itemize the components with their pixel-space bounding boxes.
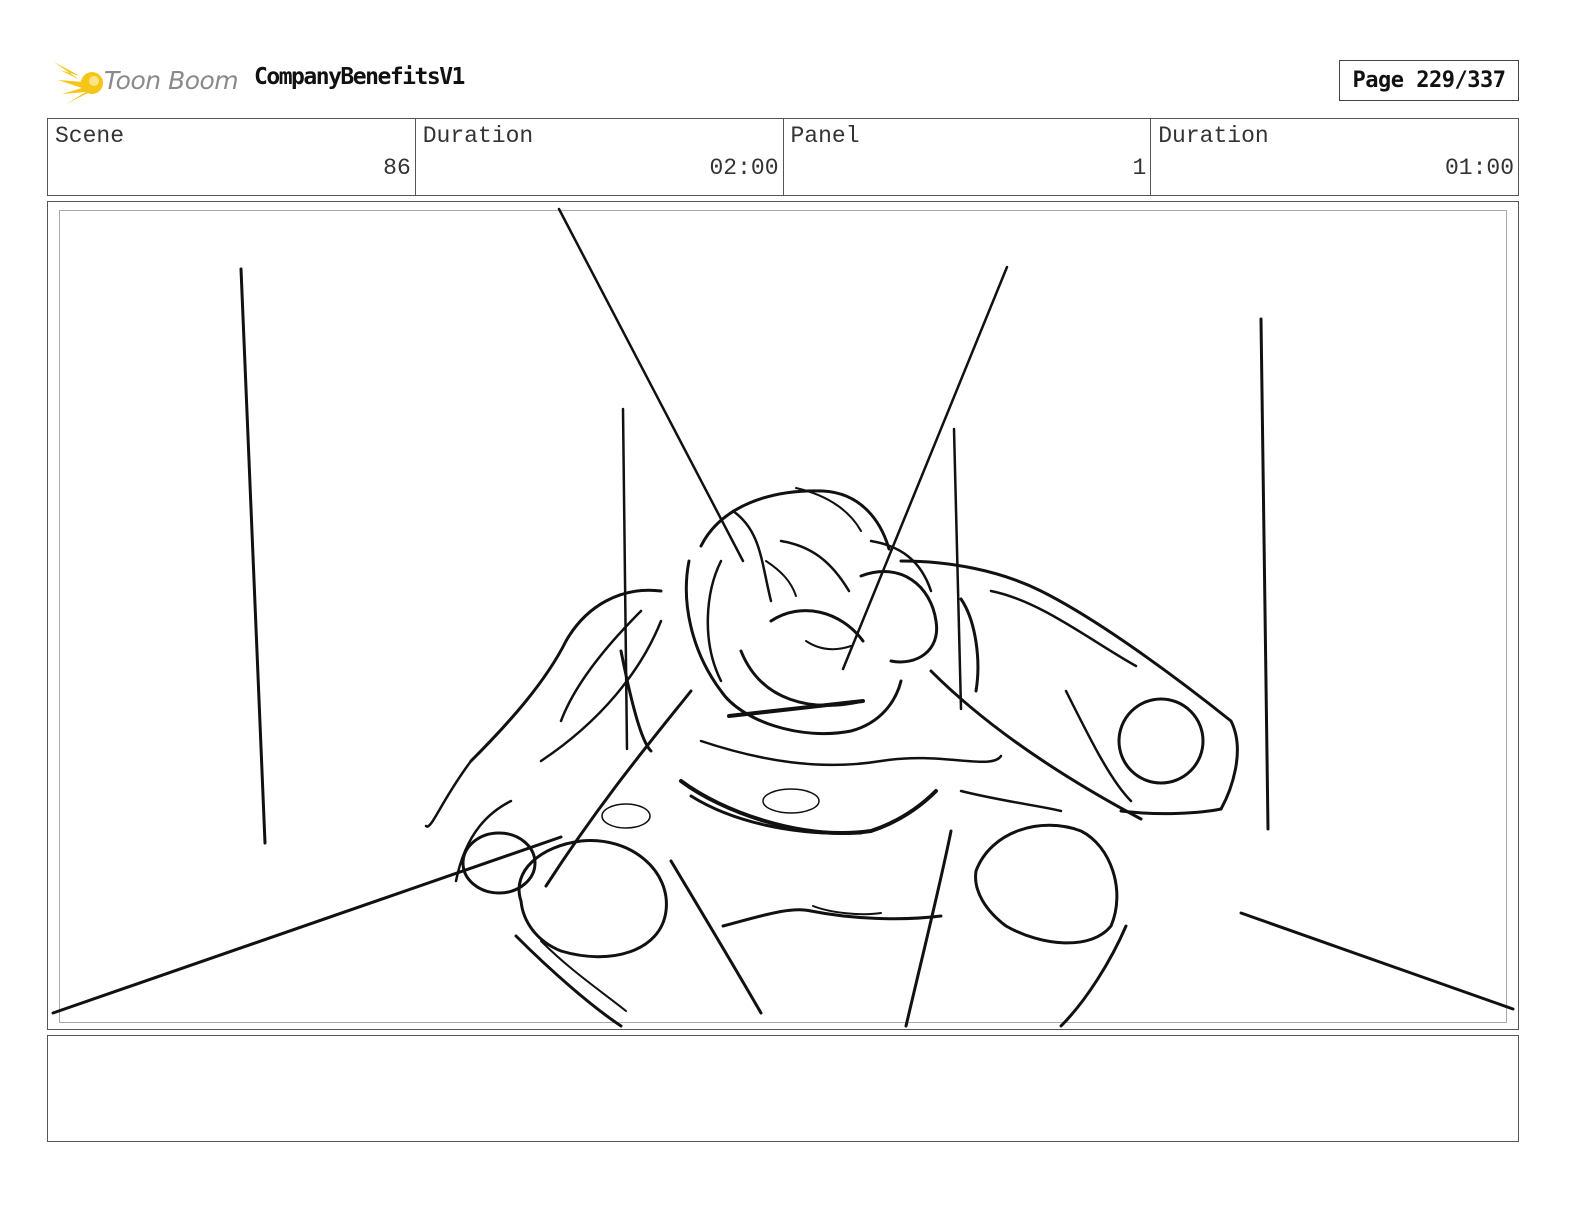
comet-logo-icon — [54, 62, 103, 104]
page-label: Page 229/337 — [1352, 68, 1506, 93]
panel-value: 1 — [1132, 155, 1147, 181]
scene-cell: Scene 86 — [48, 119, 416, 195]
character-sketch-drawing — [51, 207, 1515, 1028]
panel-duration-value: 01:00 — [1444, 155, 1514, 181]
panel-info-table: Scene 86 Duration 02:00 Panel 1 Duration… — [47, 118, 1519, 196]
scene-duration-cell: Duration 02:00 — [416, 119, 784, 195]
logo-wordmark: Toon Boom — [104, 66, 239, 95]
page-indicator: Page 229/337 — [1339, 60, 1519, 101]
storyboard-panel — [47, 201, 1519, 1030]
scene-duration-label: Duration — [422, 123, 534, 149]
panel-notes-box — [47, 1035, 1519, 1142]
scene-duration-value: 02:00 — [709, 155, 779, 181]
project-title: CompanyBenefitsV1 — [254, 64, 465, 90]
scene-value: 86 — [383, 155, 411, 181]
panel-cell: Panel 1 — [784, 119, 1152, 195]
scene-label: Scene — [55, 123, 125, 149]
panel-duration-label: Duration — [1158, 123, 1269, 149]
panel-duration-cell: Duration 01:00 — [1151, 119, 1518, 195]
toon-boom-logo: Toon Boom — [50, 56, 240, 108]
panel-label: Panel — [790, 123, 860, 149]
